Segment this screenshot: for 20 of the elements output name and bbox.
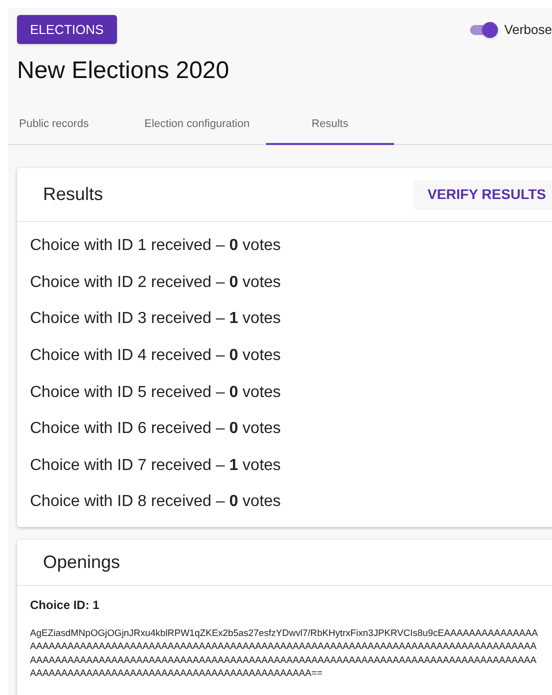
result-line: Choice with ID 1 received – 0 votes — [30, 236, 281, 256]
choice-label: Choice ID: 1 — [30, 596, 100, 614]
result-line: Choice with ID 6 received – 0 votes — [30, 419, 281, 440]
tab[interactable]: Results — [266, 106, 394, 145]
result-line: Choice with ID 3 received – 1 votes — [30, 309, 281, 330]
commitment-text: AgEZiasdMNpOGjOGjnJRxu4kblRPW1qZKEx2b5as27esfzYDwvl7/RbKHytrxFixn3JPKRVCIs8u9cEAAAAAAAAAAAAAAAAAAAAAAAAAAAAAAAAAAAAAAAAAAAAAAAAAAAAAAAAAAAAAAAAAAAAAAAAAAAAAAAAAAAAAAAAAAAAAAAAAAAAAAAAAAAAAAAAAAAAAAAAAAAAAAAAAAAAAAAAAAAAAAAAAAAAAAAAAAAAAAAAAAAAAAAAAAAAAAAAAAAAAAAAAAAAAAAAAAAAAAAAAAAAAAAAAAAAAAAAAAAAAA== — [30, 626, 539, 680]
result-line: Choice with ID 5 received – 0 votes — [30, 382, 281, 403]
tab[interactable]: Election configuration — [128, 106, 266, 145]
result-line: Choice with ID 7 received – 1 votes — [30, 456, 281, 476]
result-line: Choice with ID 8 received – 0 votes — [30, 492, 281, 512]
result-line: Choice with ID 2 received – 0 votes — [30, 272, 281, 293]
result-line: Choice with ID 4 received – 0 votes — [30, 346, 281, 366]
page-title: New Elections 2020 — [17, 56, 230, 86]
toggle-label: Verbose — [504, 20, 552, 39]
tab[interactable]: Public records — [8, 106, 128, 145]
card-title: Openings — [43, 550, 120, 574]
toggle-switch[interactable] — [470, 22, 498, 38]
verify-results-button[interactable]: VERIFY RESULTS — [414, 180, 552, 210]
card-title: Results — [43, 183, 104, 206]
elections-button[interactable]: ELECTIONS — [17, 15, 117, 44]
